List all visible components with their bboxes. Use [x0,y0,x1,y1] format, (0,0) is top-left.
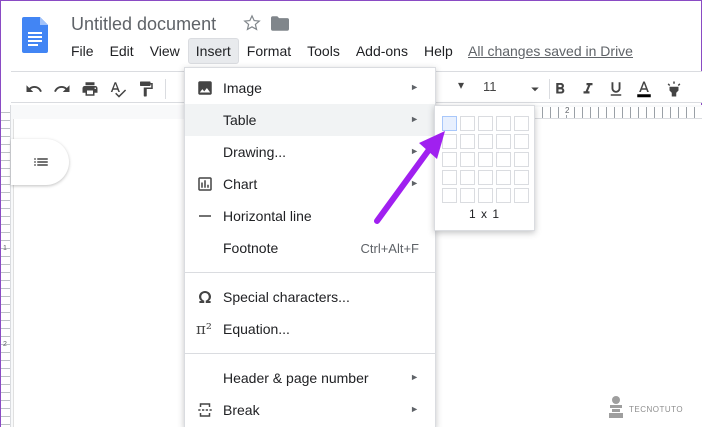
menu-item-label: Drawing... [223,144,287,160]
menu-item-label: Equation... [223,321,290,337]
table-grid-cell[interactable] [496,152,511,167]
menu-item-label: Header & page number [223,370,369,386]
menu-format[interactable]: Format [239,38,299,64]
table-grid-cell[interactable] [460,188,475,203]
shortcut-label: Ctrl+Alt+F [360,241,419,256]
table-grid-cell[interactable] [514,170,529,185]
menu-divider [185,272,435,273]
table-grid-cell[interactable] [478,116,493,131]
spellcheck-icon[interactable] [109,80,127,98]
menu-tools[interactable]: Tools [299,38,348,64]
table-grid-cell[interactable] [478,152,493,167]
font-size-field[interactable]: 11 [483,79,497,94]
menu-item-footnote[interactable]: Footnote Ctrl+Alt+F [185,232,435,264]
menu-item-label: Table [223,112,257,128]
omega-icon [196,288,214,306]
print-icon[interactable] [81,80,99,98]
menu-bar: File Edit View Insert Format Tools Add-o… [63,38,461,64]
menu-divider [185,353,435,354]
watermark-logo-icon [609,396,623,418]
image-icon [196,79,214,97]
menu-insert[interactable]: Insert [187,38,239,64]
underline-icon[interactable] [607,80,625,98]
folder-icon[interactable] [271,16,289,31]
table-grid-cell[interactable] [496,134,511,149]
italic-icon[interactable] [579,80,597,98]
submenu-arrow-icon: ► [410,82,419,92]
menu-view[interactable]: View [142,38,188,64]
docs-logo-icon[interactable] [22,17,48,53]
table-grid-cell[interactable] [460,152,475,167]
table-grid-cell[interactable] [478,188,493,203]
table-grid-cell[interactable] [460,170,475,185]
redo-icon[interactable] [53,80,71,98]
table-grid-cell[interactable] [496,116,511,131]
table-grid-cell[interactable] [514,116,529,131]
menu-add-ons[interactable]: Add-ons [348,38,416,64]
undo-icon[interactable] [25,80,43,98]
menu-item-label: Special characters... [223,289,350,305]
table-grid-cell[interactable] [496,170,511,185]
table-grid-cell[interactable] [478,134,493,149]
table-grid-cell[interactable] [460,134,475,149]
outline-list-icon [34,158,48,166]
menu-item-break[interactable]: Break ► [185,394,435,426]
menu-item-special-characters[interactable]: Special characters... [185,281,435,313]
annotation-arrow [361,121,461,231]
table-grid-cell[interactable] [478,170,493,185]
ruler-mark: 1 [3,245,7,252]
chart-icon [196,175,214,193]
menu-item-equation[interactable]: π² Equation... [185,313,435,345]
table-grid-cell[interactable] [514,152,529,167]
table-grid-cell[interactable] [496,188,511,203]
menu-item-image[interactable]: Image ► [185,72,435,104]
table-grid-cell[interactable] [460,116,475,131]
submenu-arrow-icon: ► [410,404,419,414]
document-title[interactable]: Untitled document [71,14,216,35]
vertical-ruler [1,105,11,427]
ruler-mark: 2 [3,341,7,348]
font-size-caret-icon[interactable] [526,80,544,98]
menu-item-label: Chart [223,176,258,192]
text-color-icon[interactable] [635,80,653,98]
horizontal-ruler [535,107,702,119]
document-outline-button[interactable] [11,139,69,185]
menu-item-header-page-number[interactable]: Header & page number ► [185,362,435,394]
menu-item-label: Footnote [223,240,279,256]
paint-format-icon[interactable] [137,80,155,98]
submenu-arrow-icon: ► [410,372,419,382]
star-icon[interactable] [243,14,261,32]
menu-help[interactable]: Help [416,38,461,64]
table-grid-cell[interactable] [514,188,529,203]
table-grid-cell[interactable] [514,134,529,149]
font-caret-icon[interactable]: ▾ [458,78,464,92]
menu-file[interactable]: File [63,38,102,64]
toolbar-divider [165,79,166,99]
page-break-icon [196,401,214,419]
menu-item-label: Horizontal line [223,208,312,224]
highlight-icon[interactable] [665,80,683,98]
menu-item-label: Break [223,402,260,418]
bold-icon[interactable] [551,80,569,98]
horizontal-line-icon [196,207,214,225]
menu-item-label: Image [223,80,262,96]
toolbar-divider [549,79,550,99]
watermark-text: TECNOTUTO [629,405,684,414]
menu-edit[interactable]: Edit [102,38,142,64]
save-status-link[interactable]: All changes saved in Drive [468,43,633,59]
ruler-mark: 2 [564,106,571,115]
pi-icon: π² [196,320,212,338]
